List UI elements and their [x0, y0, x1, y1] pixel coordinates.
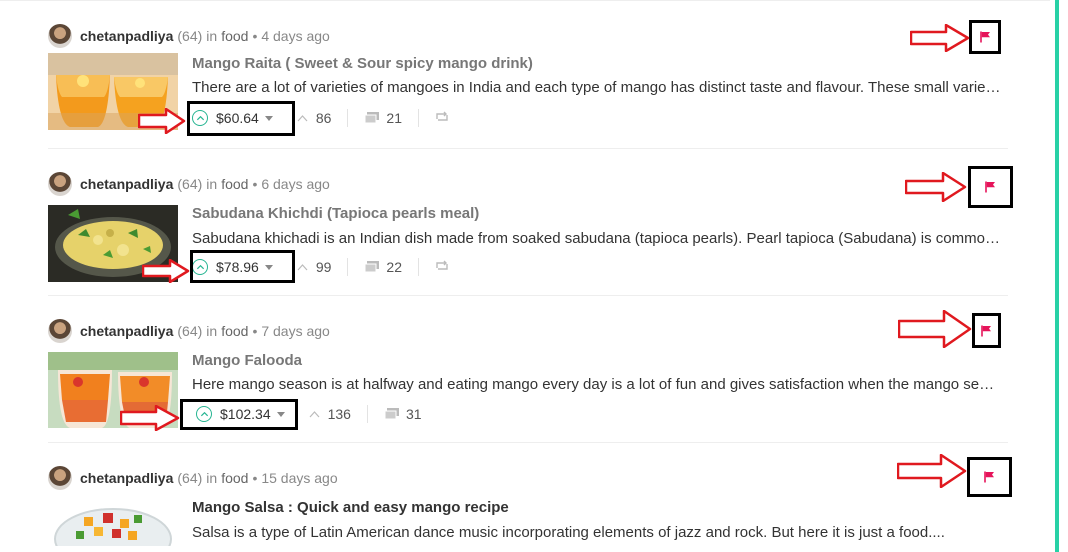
post-time[interactable]: 6 days ago [261, 176, 330, 192]
annotation-arrow [905, 172, 967, 202]
flag-icon[interactable] [972, 313, 1001, 348]
annotation-arrow [142, 259, 190, 283]
post-divider [48, 442, 1008, 443]
category-link[interactable]: food [221, 176, 248, 192]
post-time[interactable]: 15 days ago [261, 470, 337, 486]
comments-count[interactable]: 22 [364, 259, 402, 275]
votes-count[interactable]: 136 [309, 406, 351, 422]
payout-highlight-box [187, 101, 295, 136]
avatar[interactable] [48, 466, 72, 490]
author-link[interactable]: chetanpadliya [80, 470, 173, 486]
post-excerpt[interactable]: Salsa is a type of Latin American dance … [192, 524, 1002, 541]
comments-count[interactable]: 21 [364, 110, 402, 126]
post-excerpt[interactable]: There are a lot of varieties of mangoes … [192, 79, 1002, 96]
votes-value: 99 [315, 259, 332, 275]
in-label: in [206, 470, 218, 486]
category-link[interactable]: food [221, 323, 248, 339]
annotation-arrow [897, 454, 967, 488]
comments-value: 31 [405, 406, 422, 422]
in-label: in [206, 28, 218, 44]
author-reputation: (64) [177, 176, 203, 192]
comments-icon [384, 408, 399, 420]
post-meta: chetanpadliya (64) in food • 7 days ago [48, 318, 330, 344]
avatar[interactable] [48, 24, 72, 48]
post-meta: chetanpadliya (64) in food • 6 days ago [48, 171, 330, 197]
post-card: chetanpadliya (64) in food • 15 days ago… [48, 465, 1008, 552]
annotation-arrow [910, 24, 970, 52]
annotation-arrow [138, 108, 186, 134]
votes-count[interactable]: 99 [297, 259, 332, 275]
post-divider [48, 295, 1008, 296]
annotation-arrow [898, 310, 972, 348]
flag-icon[interactable] [967, 457, 1012, 497]
author-link[interactable]: chetanpadliya [80, 323, 173, 339]
avatar[interactable] [48, 319, 72, 343]
flag-icon[interactable] [968, 166, 1013, 208]
author-link[interactable]: chetanpadliya [80, 28, 173, 44]
annotation-arrow [120, 405, 180, 431]
post-time[interactable]: 4 days ago [261, 28, 330, 44]
comments-count[interactable]: 31 [384, 406, 422, 422]
footer-divider [347, 258, 349, 276]
footer-divider [417, 109, 419, 127]
votes-chevron-icon [297, 264, 308, 271]
meta-separator: • [252, 470, 258, 486]
post-title[interactable]: Mango Raita ( Sweet & Sour spicy mango d… [192, 55, 533, 72]
post-divider [48, 148, 1008, 149]
scrollbar-accent[interactable] [1055, 0, 1059, 552]
reblog-icon[interactable] [435, 259, 449, 275]
reblog-icon[interactable] [435, 110, 449, 126]
post-meta: chetanpadliya (64) in food • 4 days ago [48, 23, 330, 49]
author-reputation: (64) [177, 28, 203, 44]
post-title[interactable]: Mango Salsa : Quick and easy mango recip… [192, 499, 509, 516]
post-title[interactable]: Sabudana Khichdi (Tapioca pearls meal) [192, 205, 479, 222]
post-excerpt[interactable]: Sabudana khichadi is an Indian dish made… [192, 230, 1002, 247]
footer-divider [366, 405, 368, 423]
meta-separator: • [252, 176, 258, 192]
votes-chevron-icon [309, 411, 320, 418]
payout-highlight-box [190, 250, 295, 283]
footer-divider [417, 258, 419, 276]
category-link[interactable]: food [221, 28, 248, 44]
post-excerpt[interactable]: Here mango season is at halfway and eati… [192, 376, 1002, 393]
avatar[interactable] [48, 172, 72, 196]
author-link[interactable]: chetanpadliya [80, 176, 173, 192]
comments-icon [364, 261, 380, 273]
comments-value: 22 [386, 259, 402, 275]
comments-value: 21 [386, 110, 402, 126]
post-title[interactable]: Mango Falooda [192, 352, 302, 369]
category-link[interactable]: food [221, 470, 248, 486]
in-label: in [206, 323, 218, 339]
votes-value: 86 [315, 110, 332, 126]
post-time[interactable]: 7 days ago [261, 323, 330, 339]
votes-chevron-icon [297, 115, 308, 122]
flag-icon[interactable] [969, 20, 1001, 54]
payout-highlight-box [180, 399, 298, 430]
votes-count[interactable]: 86 [297, 110, 332, 126]
meta-separator: • [252, 323, 258, 339]
in-label: in [206, 176, 218, 192]
author-reputation: (64) [177, 323, 203, 339]
post-meta: chetanpadliya (64) in food • 15 days ago [48, 465, 338, 491]
footer-divider [347, 109, 349, 127]
votes-value: 136 [327, 406, 351, 422]
top-border [0, 0, 1050, 1]
meta-separator: • [252, 28, 258, 44]
comments-icon [364, 112, 380, 124]
post-thumbnail[interactable] [48, 499, 178, 546]
author-reputation: (64) [177, 470, 203, 486]
